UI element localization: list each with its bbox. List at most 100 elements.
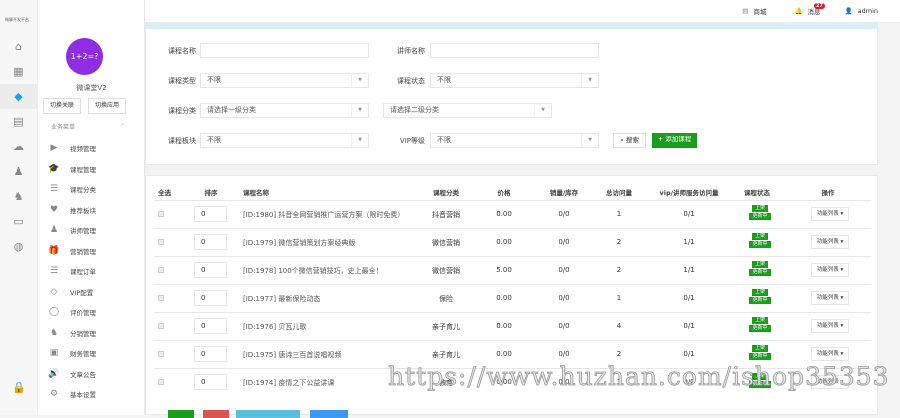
globe-icon[interactable]: ◍ <box>0 234 37 259</box>
sales-stock: 0/0 <box>558 266 570 274</box>
column-header: 课程名称 <box>243 189 269 197</box>
status-updating-badge: 更新中 <box>749 241 771 248</box>
users-icon[interactable]: ♞ <box>0 184 37 209</box>
mall-icon[interactable]: ▤ <box>742 7 748 15</box>
sales-stock: 0/0 <box>558 322 570 330</box>
course-status-select[interactable]: 不限 ▼ <box>430 73 599 88</box>
sidebar-item-label: 课程订单 <box>70 268 96 276</box>
status-badges: 上架 更新中 <box>749 205 771 220</box>
row-checkbox[interactable] <box>158 211 164 217</box>
sidebar-item[interactable]: 🔊 文章公告 <box>48 369 96 379</box>
sort-order-input[interactable]: 0 <box>194 318 227 334</box>
row-checkbox[interactable] <box>158 295 164 301</box>
search-button[interactable]: ⌕ 搜索 <box>613 133 646 148</box>
status-updating-badge: 更新中 <box>749 213 771 220</box>
sidebar-item-label: 文章公告 <box>70 370 96 379</box>
status-on-badge: 上架 <box>751 345 768 352</box>
mall-link[interactable]: 商城 <box>753 6 766 16</box>
function-list-dropdown[interactable]: 功能列表 ▾ <box>811 235 849 249</box>
grid-icon[interactable]: ▦ <box>0 59 37 84</box>
chevron-down-icon[interactable]: ⌄ <box>120 120 125 127</box>
home-icon[interactable]: ⌂ <box>0 34 37 59</box>
message-badge: 27 <box>814 3 825 9</box>
sidebar-item[interactable]: ⚙ 基本设置 <box>48 389 96 399</box>
sidebar-item-label: 课程分类 <box>70 186 96 194</box>
row-checkbox[interactable] <box>158 323 164 329</box>
switch-app-button[interactable]: 切换应用 <box>88 98 126 114</box>
category1-select[interactable]: 请选择一级分类 ▼ <box>200 103 369 118</box>
caret-down-icon: ▼ <box>581 134 598 147</box>
function-list-dropdown[interactable]: 功能列表 ▾ <box>811 291 849 305</box>
sort-order-input[interactable]: 0 <box>194 234 227 250</box>
sidebar-item-label: 推荐板块 <box>70 206 96 215</box>
course-name[interactable]: [ID:1974] 疫情之下公益讲课 <box>243 378 334 388</box>
function-list-dropdown[interactable]: 功能列表 ▾ <box>811 207 849 221</box>
sidebar-item[interactable]: ▶ 视频管理 <box>48 143 96 153</box>
sidebar-item[interactable]: ☰ 课程分类 <box>48 184 96 194</box>
user-menu[interactable]: admin <box>858 7 878 15</box>
course-name[interactable]: [ID:1977] 最新保险动态 <box>243 294 320 304</box>
row-checkbox[interactable] <box>158 351 164 357</box>
sidebar-item[interactable]: ♞ 分销管理 <box>48 328 96 338</box>
course-price: 0.00 <box>496 238 512 246</box>
course-category: 抖音营销 <box>432 211 460 219</box>
course-type-select[interactable]: 不限 ▼ <box>200 73 369 88</box>
course-name[interactable]: [ID:1975] 唐诗三百首说唱视频 <box>243 350 341 360</box>
section-select[interactable]: 不限 ▼ <box>200 133 369 148</box>
status-badges: 上架 更新中 <box>749 345 771 360</box>
cube-icon[interactable]: ◆ <box>0 84 37 109</box>
sidebar-item[interactable]: 🎓 课程管理 <box>48 164 96 174</box>
course-name[interactable]: [ID:1976] 贝瓦儿歌 <box>243 322 306 332</box>
app-avatar: 1+2=? <box>66 38 103 75</box>
category2-value: 请选择二级分类 <box>390 106 439 114</box>
function-list-dropdown[interactable]: 功能列表 ▾ <box>811 347 849 361</box>
row-checkbox[interactable] <box>158 267 164 273</box>
row-checkbox[interactable] <box>158 379 164 385</box>
cloud-icon[interactable]: ☁ <box>0 134 37 159</box>
sidebar-item[interactable]: 🎁 营销管理 <box>48 246 96 256</box>
status-on-badge: 上架 <box>751 205 768 212</box>
column-header[interactable]: 全选 <box>158 187 171 197</box>
category2-select[interactable]: 请选择二级分类 ▼ <box>383 103 552 118</box>
play-icon: ▶ <box>50 143 58 153</box>
sales-stock: 0/0 <box>558 238 570 246</box>
course-name-input[interactable] <box>200 43 369 58</box>
sidebar-item[interactable]: ◇ VIP配置 <box>48 287 94 297</box>
sort-order-input[interactable]: 0 <box>194 346 227 362</box>
status-updating-badge: 更新中 <box>749 297 771 304</box>
course-name[interactable]: [ID:1978] 100个微信营销技巧，史上最全！ <box>243 266 383 276</box>
sort-order-input[interactable]: 0 <box>194 262 227 278</box>
sidebar-item[interactable]: ☰ 课程订单 <box>48 266 96 276</box>
sort-order-input[interactable]: 0 <box>194 290 227 306</box>
row-checkbox[interactable] <box>158 239 164 245</box>
bulk-action-button[interactable] <box>168 410 194 418</box>
sort-order-input[interactable]: 0 <box>194 374 227 390</box>
sidebar-item[interactable]: ♥ 推荐板块 <box>48 205 96 215</box>
sort-order-input[interactable]: 0 <box>194 206 227 222</box>
course-name[interactable]: [ID:1980] 抖音全网营销推广运营方案（限时免费） <box>243 210 404 220</box>
column-header: 操作 <box>821 189 835 197</box>
table-row: 0 [ID:1976] 贝瓦儿歌 亲子育儿 0.00 0/0 4 0/1 上架更… <box>154 312 871 340</box>
vip-label: VIP等级 <box>399 137 425 145</box>
sidebar-item[interactable]: ♟ 讲师管理 <box>48 225 96 235</box>
apps-icon[interactable]: ▤ <box>0 109 37 134</box>
bulk-action-button[interactable] <box>236 410 300 418</box>
teacher-name-input[interactable] <box>430 43 599 58</box>
total-visits: 2 <box>616 266 622 274</box>
vip-visits: 0/1 <box>683 294 695 302</box>
add-course-button[interactable]: + 添加课程 <box>652 133 697 148</box>
lock-icon[interactable]: 🔒 <box>0 375 38 400</box>
sidebar-item[interactable]: ◯ 评价管理 <box>48 307 96 317</box>
bell-icon[interactable]: 🔔 <box>794 7 802 15</box>
bulk-action-button[interactable] <box>203 410 229 418</box>
bulk-action-button[interactable] <box>310 410 348 418</box>
user-icon[interactable]: ♟ <box>0 159 37 184</box>
vip-select[interactable]: 不限 ▼ <box>430 133 599 148</box>
sidebar-item[interactable]: ▣ 财务管理 <box>48 348 96 358</box>
switch-link-button[interactable]: 切换关联 <box>43 98 81 114</box>
top-bar: ☰ 菜单 ▤ 商城 🔔 消息 27 👤 admin <box>38 0 900 23</box>
monitor-icon[interactable]: ▭ <box>0 209 37 234</box>
function-list-dropdown[interactable]: 功能列表 ▾ <box>811 263 849 277</box>
function-list-dropdown[interactable]: 功能列表 ▾ <box>811 319 849 333</box>
course-name[interactable]: [ID:1979] 微信营销策划方案经典版 <box>243 238 355 248</box>
